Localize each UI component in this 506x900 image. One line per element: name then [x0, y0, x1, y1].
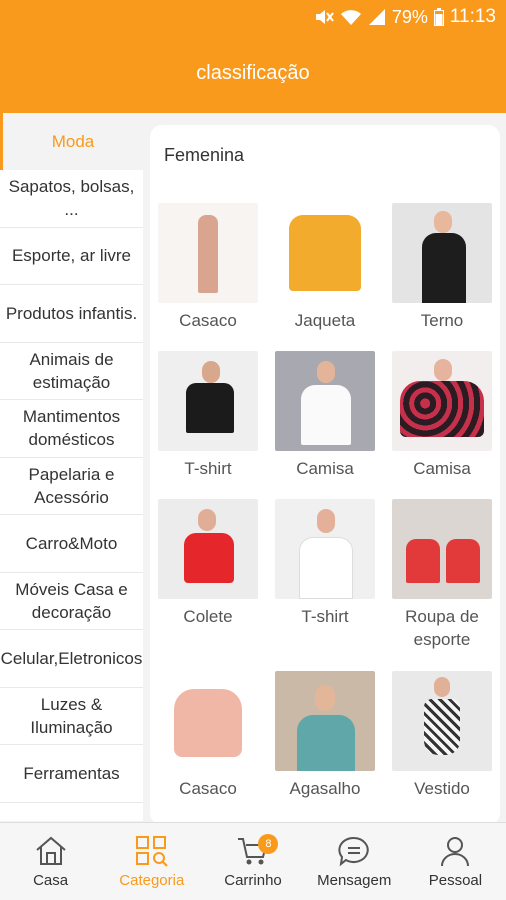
product-label: Jaqueta — [294, 311, 356, 330]
signal-icon — [368, 8, 386, 26]
sidebar-item-animais[interactable]: Animais de estimação — [0, 342, 143, 400]
product-label: Colete — [183, 607, 233, 626]
nav-label: Categoria — [119, 872, 185, 889]
person-icon — [438, 835, 472, 872]
product-image — [392, 499, 492, 599]
product-casaco-rosa[interactable]: Casaco — [150, 671, 266, 800]
battery-level: 79% — [391, 6, 428, 27]
product-image — [275, 203, 375, 303]
sidebar-item-ferramentas[interactable]: Ferramentas — [0, 745, 143, 803]
product-image — [158, 351, 258, 451]
nav-home[interactable]: Casa — [0, 823, 101, 900]
home-icon — [34, 835, 68, 872]
product-tshirt-branca[interactable]: T-shirt — [267, 499, 383, 628]
subcategory-panel: Femenina Casaco Jaqueta Terno T-shirt Ca… — [150, 125, 500, 825]
product-label: Casaco — [179, 311, 237, 330]
page-title: classificação — [196, 62, 310, 84]
product-label: Terno — [420, 311, 464, 330]
product-colete[interactable]: Colete — [150, 499, 266, 628]
product-label: Agasalho — [289, 779, 361, 798]
nav-label: Carrinho — [224, 872, 282, 889]
sidebar-item-moveis[interactable]: Móveis Casa e decoração — [0, 572, 143, 630]
product-label: Roupa de esporte — [405, 607, 479, 649]
product-label: Vestido — [414, 779, 470, 798]
product-label: T-shirt — [184, 459, 232, 478]
product-roupa-esporte[interactable]: Roupa de esporte — [384, 499, 500, 651]
sidebar-item-carro-moto[interactable]: Carro&Moto — [0, 515, 143, 573]
product-image — [275, 671, 375, 771]
nav-message[interactable]: Mensagem — [304, 823, 405, 900]
product-casaco[interactable]: Casaco — [150, 203, 266, 332]
app-header: 79% 11:13 classificação — [0, 0, 506, 113]
product-label: Camisa — [413, 459, 471, 478]
product-image — [392, 351, 492, 451]
clock: 11:13 — [449, 6, 496, 27]
sidebar-item-celular[interactable]: Celular,Eletronicos — [0, 630, 143, 688]
cart-badge: 8 — [258, 834, 279, 854]
nav-cart[interactable]: 8 Carrinho — [202, 823, 303, 900]
product-label: Casaco — [179, 779, 237, 798]
nav-label: Mensagem — [317, 872, 392, 889]
sidebar-item-mantimentos[interactable]: Mantimentos domésticos — [0, 400, 143, 458]
sidebar-item-esporte[interactable]: Esporte, ar livre — [0, 227, 143, 285]
status-bar: 79% 11:13 — [0, 0, 506, 34]
sidebar-item-moda[interactable]: Moda — [0, 113, 143, 170]
product-image — [392, 671, 492, 771]
nav-personal[interactable]: Pessoal — [405, 823, 506, 900]
product-image — [158, 671, 258, 771]
product-vestido[interactable]: Vestido — [384, 671, 500, 800]
product-terno[interactable]: Terno — [384, 203, 500, 332]
battery-icon — [433, 8, 444, 26]
nav-label: Pessoal — [428, 872, 483, 889]
section-title: Femenina — [164, 145, 245, 165]
sidebar-item-luzes[interactable]: Luzes & Iluminação — [0, 687, 143, 745]
product-image — [158, 499, 258, 599]
product-camisa-floral[interactable]: Camisa — [384, 351, 500, 480]
wifi-icon — [340, 8, 362, 26]
bottom-nav: Casa Categoria 8 Carrinho Mensagem Pesso… — [0, 822, 506, 900]
mute-icon — [314, 8, 334, 26]
sidebar-item-sapatos[interactable]: Sapatos, bolsas, ... — [0, 170, 143, 228]
nav-label: Casa — [33, 872, 69, 889]
product-tshirt[interactable]: T-shirt — [150, 351, 266, 480]
product-label: Camisa — [296, 459, 354, 478]
sidebar-item-papelaria[interactable]: Papelaria e Acessório — [0, 457, 143, 515]
nav-category[interactable]: Categoria — [101, 823, 202, 900]
product-image — [275, 351, 375, 451]
product-image — [275, 499, 375, 599]
message-icon — [337, 835, 371, 872]
product-image — [158, 203, 258, 303]
sidebar-item-infantis[interactable]: Produtos infantis. — [0, 285, 143, 343]
product-image — [392, 203, 492, 303]
category-icon — [135, 835, 169, 872]
product-camisa[interactable]: Camisa — [267, 351, 383, 480]
category-sidebar: Moda Sapatos, bolsas, ... Esporte, ar li… — [0, 113, 143, 821]
product-agasalho[interactable]: Agasalho — [267, 671, 383, 800]
product-jaqueta[interactable]: Jaqueta — [267, 203, 383, 332]
product-label: T-shirt — [301, 607, 349, 626]
